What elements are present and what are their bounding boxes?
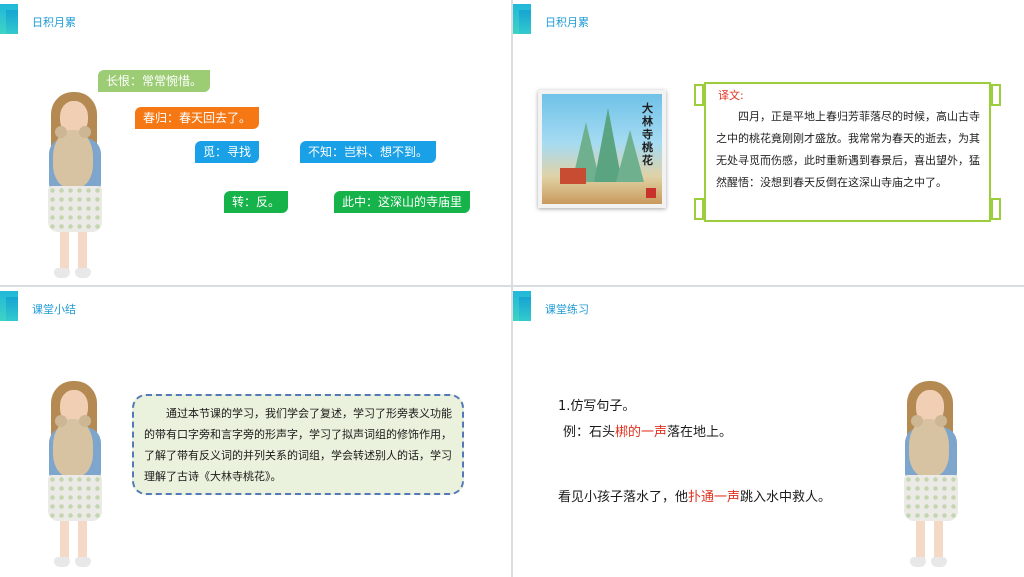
- girl-with-teddy-bear-image: [45, 92, 107, 285]
- slide-title: 日积月累: [545, 16, 589, 29]
- poem-illustration-image: 大林寺桃花: [538, 90, 666, 208]
- title-accent-bar: [0, 4, 18, 34]
- translation-text: 四月，正是平地上春归芳菲落尽的时候，高山古寺之中的桃花竟刚刚才盛放。我常常为春天…: [716, 110, 980, 189]
- translation-frame: 译文: 四月，正是平地上春归芳菲落尽的时候，高山古寺之中的桃花竟刚刚才盛放。我常…: [694, 82, 1001, 222]
- tag-changhen: 长恨：常常惋惜。: [98, 70, 211, 92]
- practice-prefix: 看见小孩子落水了，他: [558, 490, 689, 505]
- title-accent-bar: [513, 4, 531, 34]
- practice-suffix: 跳入水中救人。: [740, 490, 832, 505]
- tag-zhuan: 转：反。: [224, 191, 289, 213]
- example-prefix: 例：石头: [563, 425, 616, 440]
- slide-vocabulary[interactable]: 日积月累 长恨：常常惋惜。 春归：春天回去了。 觅：寻找 不知：岂料、想不到。 …: [0, 0, 511, 285]
- slide-title: 课堂小结: [32, 303, 76, 316]
- example-highlight: 梆的一声: [615, 425, 668, 440]
- slide-exercise[interactable]: 课堂练习 1.仿写句子。 例：石头梆的一声落在地上。 看见小孩子落水了，他扑通一…: [513, 287, 1024, 577]
- slide-poem-translation[interactable]: 日积月累 大林寺桃花 译文: 四月，正是平地上春归芳菲落尽的时候，高山古寺之中的…: [513, 0, 1024, 285]
- slide-title: 课堂练习: [545, 303, 589, 316]
- translation-label: 译文:: [718, 89, 744, 102]
- tag-chungui: 春归：春天回去了。: [135, 107, 260, 129]
- title-accent-bar: [513, 291, 531, 321]
- red-seal-stamp: [646, 188, 656, 198]
- poem-calligraphy-title: 大林寺桃花: [642, 102, 653, 167]
- tag-mi: 觅：寻找: [195, 141, 260, 163]
- practice-sentence: 看见小孩子落水了，他扑通一声跳入水中救人。: [558, 486, 831, 505]
- slide-title: 日积月累: [32, 16, 76, 29]
- example-sentence: 例：石头梆的一声落在地上。: [563, 421, 732, 440]
- tag-cizhong: 此中：这深山的寺庙里: [334, 191, 471, 213]
- example-suffix: 落在地上。: [667, 425, 733, 440]
- summary-box: 通过本节课的学习，我们学会了复述，学习了形旁表义功能的带有口字旁和言字旁的形声字…: [132, 394, 464, 495]
- exercise-title: 1.仿写句子。: [558, 399, 636, 414]
- girl-with-teddy-bear-image: [45, 381, 107, 575]
- girl-with-teddy-bear-image: [901, 381, 963, 575]
- summary-text: 通过本节课的学习，我们学会了复述，学习了形旁表义功能的带有口字旁和言字旁的形声字…: [144, 407, 452, 483]
- tag-buzhi: 不知：岂料、想不到。: [300, 141, 437, 163]
- practice-highlight: 扑通一声: [688, 490, 741, 505]
- title-accent-bar: [0, 291, 18, 321]
- slide-summary[interactable]: 课堂小结 通过本节课的学习，我们学会了复述，学习了形旁表义功能的带有口字旁和言字…: [0, 287, 511, 577]
